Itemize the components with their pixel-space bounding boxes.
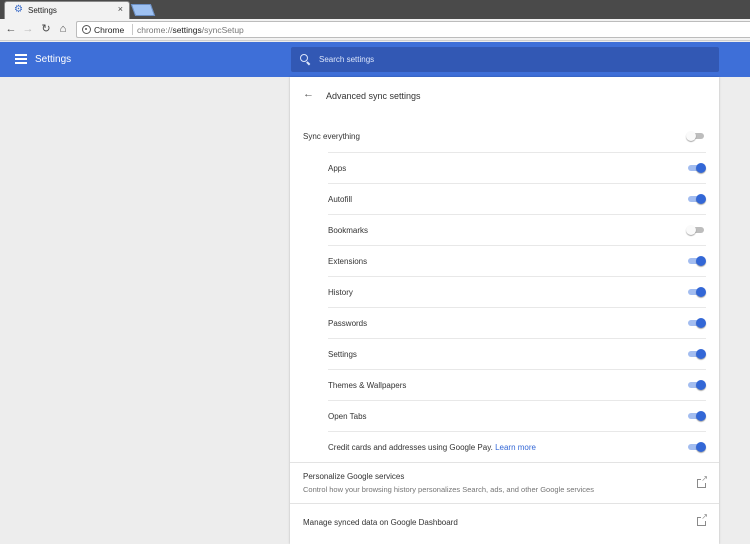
sync-item-history: History — [328, 276, 706, 307]
sync-everything-label: Sync everything — [303, 132, 360, 141]
sync-everything-toggle[interactable] — [686, 131, 706, 142]
sync-item-label: Open Tabs — [328, 412, 367, 421]
page-title: Settings — [35, 54, 72, 65]
sync-item-autofill: Autofill — [328, 183, 706, 214]
autofill-toggle[interactable] — [686, 194, 706, 205]
browser-toolbar: ← → ↻ ⌂ Chrome chrome://settings/syncSet… — [0, 19, 750, 41]
payments-label-text: Credit cards and addresses using Google … — [328, 443, 493, 452]
sync-item-label: Settings — [328, 350, 357, 359]
sync-item-label: Apps — [328, 164, 347, 173]
apps-toggle[interactable] — [686, 163, 706, 174]
search-icon — [300, 54, 308, 62]
back-button[interactable]: ← — [4, 22, 18, 36]
google-dashboard-row[interactable]: Manage synced data on Google Dashboard — [290, 503, 719, 544]
address-bar[interactable]: Chrome chrome://settings/syncSetup — [76, 21, 750, 38]
themes-toggle[interactable] — [686, 380, 706, 391]
sync-item-label: Extensions — [328, 257, 368, 266]
personalize-google-services-row[interactable]: Personalize Google services Control how … — [290, 462, 719, 503]
home-button[interactable]: ⌂ — [56, 22, 70, 36]
chrome-icon — [82, 25, 91, 34]
sync-settings-card: ← Advanced sync settings Sync everything… — [290, 77, 719, 544]
omnibox-scheme-label: Chrome — [94, 25, 125, 35]
tab-close-button[interactable]: × — [118, 4, 123, 14]
sync-item-label: Bookmarks — [328, 226, 369, 235]
gear-icon: ⚙ — [14, 4, 23, 15]
payments-toggle[interactable] — [686, 442, 706, 453]
sync-item-label: History — [328, 288, 353, 297]
history-toggle[interactable] — [686, 287, 706, 298]
new-tab-button[interactable] — [130, 4, 156, 16]
search-placeholder: Search settings — [319, 55, 375, 64]
search-input[interactable]: Search settings — [291, 47, 719, 72]
personalize-description: Control how your browsing history person… — [303, 485, 594, 494]
sync-item-extensions: Extensions — [328, 245, 706, 276]
sync-item-label: Passwords — [328, 319, 368, 328]
open-in-new-icon — [697, 513, 708, 526]
passwords-toggle[interactable] — [686, 318, 706, 329]
section-title: Advanced sync settings — [326, 91, 421, 101]
sync-item-open-tabs: Open Tabs — [328, 400, 706, 431]
sync-everything-row: Sync everything — [303, 121, 706, 152]
sync-item-bookmarks: Bookmarks — [328, 214, 706, 245]
omnibox-divider — [132, 24, 133, 35]
tab-strip: ⚙ Settings × — [0, 0, 750, 19]
sync-item-apps: Apps — [328, 152, 706, 183]
sync-item-passwords: Passwords — [328, 307, 706, 338]
menu-icon[interactable] — [15, 54, 27, 64]
tab-title: Settings — [28, 6, 57, 15]
url-prefix: chrome:// — [137, 25, 173, 35]
sync-item-label: Autofill — [328, 195, 353, 204]
settings-toggle[interactable] — [686, 349, 706, 360]
sync-item-label: Credit cards and addresses using Google … — [328, 443, 536, 452]
dashboard-title: Manage synced data on Google Dashboard — [303, 518, 458, 527]
back-arrow-icon[interactable]: ← — [303, 89, 314, 100]
url-path: /syncSetup — [201, 25, 244, 35]
settings-header: Settings Search settings — [0, 42, 750, 77]
bookmarks-toggle[interactable] — [686, 225, 706, 236]
tab-settings[interactable]: ⚙ Settings × — [4, 1, 130, 19]
sync-item-themes: Themes & Wallpapers — [328, 369, 706, 400]
forward-button[interactable]: → — [21, 22, 35, 36]
url-host: settings — [172, 25, 202, 35]
open-in-new-icon — [697, 475, 708, 488]
learn-more-link[interactable]: Learn more — [495, 443, 536, 452]
sync-item-settings: Settings — [328, 338, 706, 369]
extensions-toggle[interactable] — [686, 256, 706, 267]
reload-button[interactable]: ↻ — [39, 22, 53, 36]
sync-item-payments: Credit cards and addresses using Google … — [328, 431, 706, 462]
url-text[interactable]: chrome://settings/syncSetup — [137, 25, 244, 35]
open-tabs-toggle[interactable] — [686, 411, 706, 422]
personalize-title: Personalize Google services — [303, 472, 405, 481]
sync-item-label: Themes & Wallpapers — [328, 381, 407, 390]
